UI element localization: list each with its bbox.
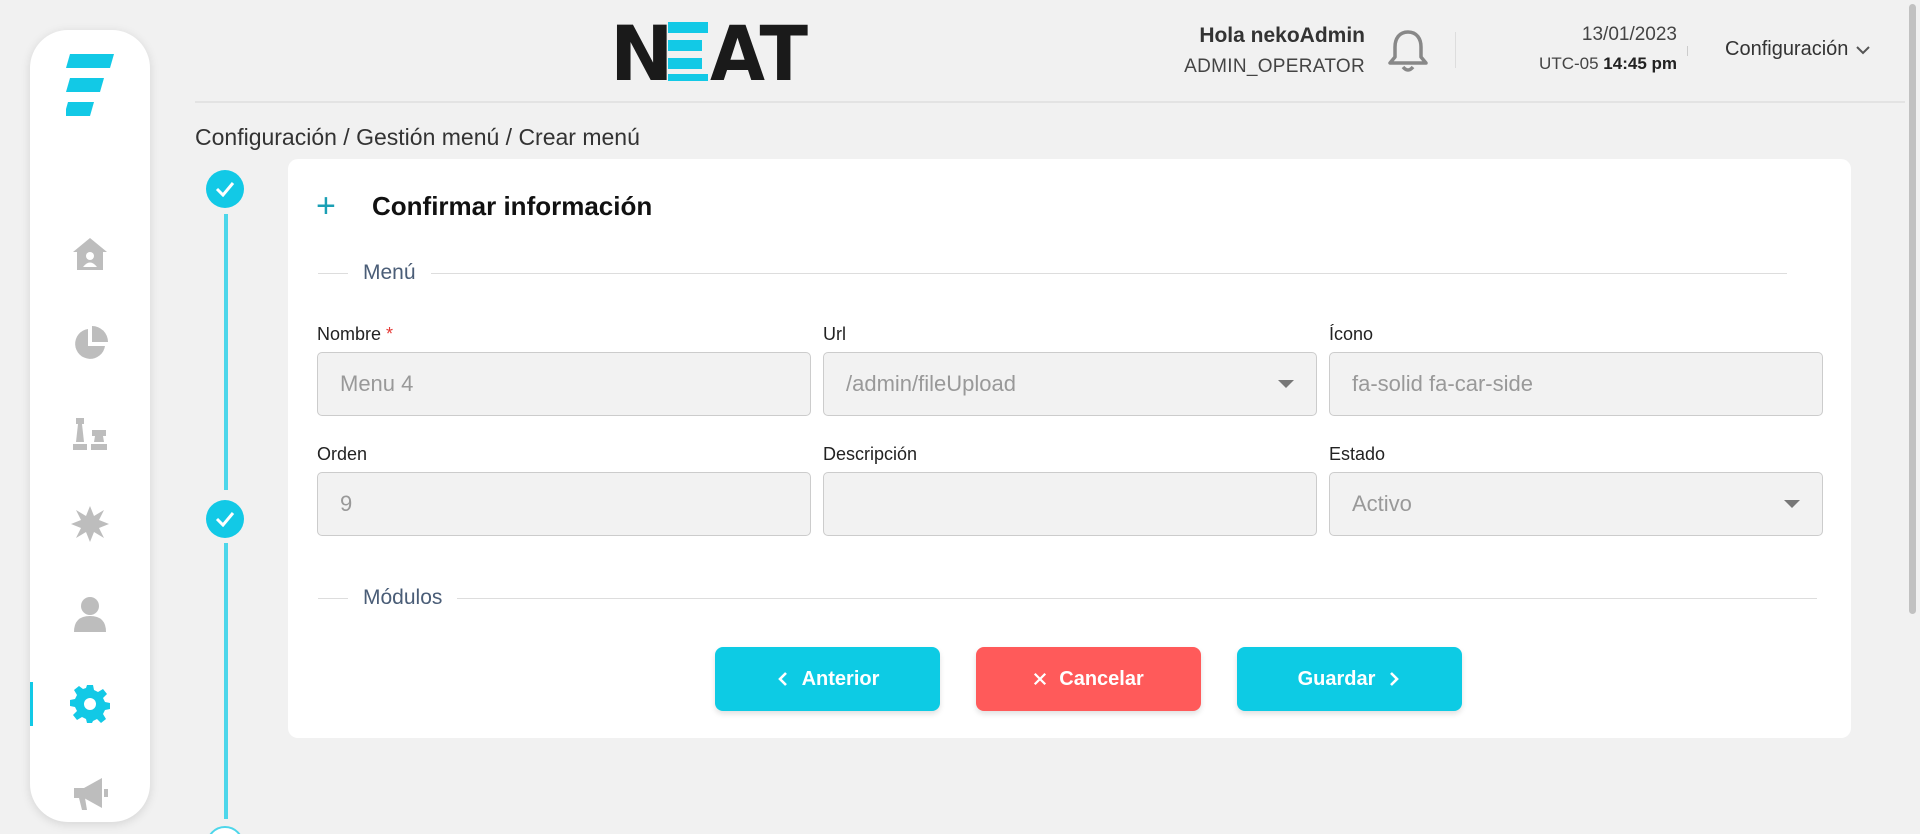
breadcrumb: Configuración / Gestión menú / Crear men… (195, 124, 640, 150)
url-select[interactable]: /admin/fileUpload (823, 352, 1317, 416)
save-label: Guardar (1297, 667, 1376, 690)
chevron-left-icon (777, 672, 787, 686)
nombre-value: Menu 4 (340, 371, 414, 396)
section-rule (430, 272, 1787, 274)
icono-input[interactable]: fa-solid fa-car-side (1329, 352, 1823, 416)
sidebar-item-dashboard[interactable] (30, 314, 150, 374)
caret-down-icon (1784, 500, 1800, 508)
burst-icon (71, 506, 109, 542)
gear-icon (70, 685, 110, 723)
orden-input[interactable]: 9 (317, 472, 811, 536)
header-divider (1455, 32, 1456, 68)
sidebar-item-users[interactable] (30, 584, 150, 644)
field-descripcion: Descripción (823, 444, 1317, 536)
step-1-complete (206, 170, 244, 208)
descripcion-input[interactable] (823, 472, 1317, 536)
header-divider-small (1687, 46, 1688, 56)
field-orden: Orden 9 (317, 444, 811, 536)
section-menu-label: Menú (363, 261, 416, 284)
sidebar-item-home[interactable] (30, 224, 150, 284)
close-icon (1034, 672, 1047, 686)
nombre-input[interactable]: Menu 4 (317, 352, 811, 416)
svg-text:AT: AT (710, 16, 808, 86)
section-modules-label: Módulos (363, 586, 443, 609)
timezone: UTC-05 (1539, 54, 1599, 73)
caret-down-icon (1278, 380, 1294, 388)
section-rule (457, 597, 1818, 599)
chess-icon (73, 418, 107, 450)
check-icon (215, 182, 235, 197)
cancel-label: Cancelar (1059, 667, 1144, 690)
url-label: Url (823, 324, 846, 344)
datetime: 13/01/2023 UTC-05 14:45 pm (1497, 24, 1677, 74)
plus-icon: + (316, 187, 336, 225)
neat-brand-logo[interactable]: N AT (610, 16, 810, 86)
sidebar-item-settings[interactable] (30, 674, 150, 734)
bell-icon[interactable] (1384, 28, 1432, 74)
field-icono: Ícono fa-solid fa-car-side (1329, 324, 1823, 416)
confirm-card: + Confirmar información Menú Nombre * Me… (288, 159, 1851, 738)
section-menu: Menú (318, 261, 1787, 285)
icono-label: Ícono (1329, 324, 1374, 344)
sidebar-item-events[interactable] (30, 494, 150, 554)
required-mark: * (386, 324, 394, 344)
svg-text:N: N (610, 16, 674, 86)
field-estado: Estado Activo (1329, 444, 1823, 536)
home-icon (73, 238, 107, 270)
nombre-label: Nombre * (317, 324, 394, 344)
page-scrollbar[interactable] (1905, 0, 1920, 834)
configuration-label: Configuración (1725, 38, 1849, 60)
field-url: Url /admin/fileUpload (823, 324, 1317, 416)
stepper-line (224, 214, 228, 490)
step-3-pending (206, 826, 244, 834)
user-info: Hola nekoAdmin ADMIN_OPERATOR (1184, 24, 1365, 78)
megaphone-icon (74, 778, 108, 810)
chevron-right-icon (1390, 672, 1400, 686)
estado-label: Estado (1329, 444, 1386, 464)
field-nombre: Nombre * Menu 4 (317, 324, 811, 416)
previous-label: Anterior (801, 667, 880, 690)
card-header: + Confirmar información (316, 189, 652, 223)
orden-label: Orden (317, 444, 368, 464)
stepper-line (224, 543, 228, 819)
icono-value: fa-solid fa-car-side (1352, 371, 1533, 396)
step-2-complete (206, 500, 244, 538)
sidebar (30, 30, 150, 822)
current-date: 13/01/2023 (1581, 24, 1677, 45)
section-modules: Módulos (318, 586, 1818, 610)
current-time: UTC-05 14:45 pm (1497, 54, 1677, 74)
estado-value: Activo (1352, 491, 1412, 516)
cancel-button[interactable]: Cancelar (976, 647, 1201, 711)
user-icon (74, 597, 106, 632)
time-value: 14:45 pm (1603, 54, 1677, 73)
descripcion-label: Descripción (823, 444, 918, 464)
neat-logo-icon[interactable] (66, 52, 116, 122)
estado-select[interactable]: Activo (1329, 472, 1823, 536)
card-title: Confirmar información (372, 190, 653, 221)
user-greeting: Hola nekoAdmin (1199, 24, 1365, 47)
section-rule (318, 597, 348, 599)
scrollbar-thumb[interactable] (1909, 4, 1916, 614)
chevron-down-icon (1856, 45, 1871, 54)
orden-value: 9 (340, 491, 353, 516)
save-button[interactable]: Guardar (1237, 647, 1462, 711)
section-rule (318, 272, 348, 274)
sidebar-item-strategy[interactable] (30, 404, 150, 464)
url-value: /admin/fileUpload (846, 371, 1016, 396)
user-role: ADMIN_OPERATOR (1184, 56, 1365, 77)
previous-button[interactable]: Anterior (715, 647, 940, 711)
sidebar-item-announcements[interactable] (30, 764, 150, 824)
check-icon (215, 512, 235, 527)
top-header: N AT Hola nekoAdmin ADMIN_OPERATOR 13/01… (195, 0, 1905, 103)
pie-chart-icon (75, 326, 108, 359)
configuration-dropdown[interactable]: Configuración (1725, 38, 1871, 61)
